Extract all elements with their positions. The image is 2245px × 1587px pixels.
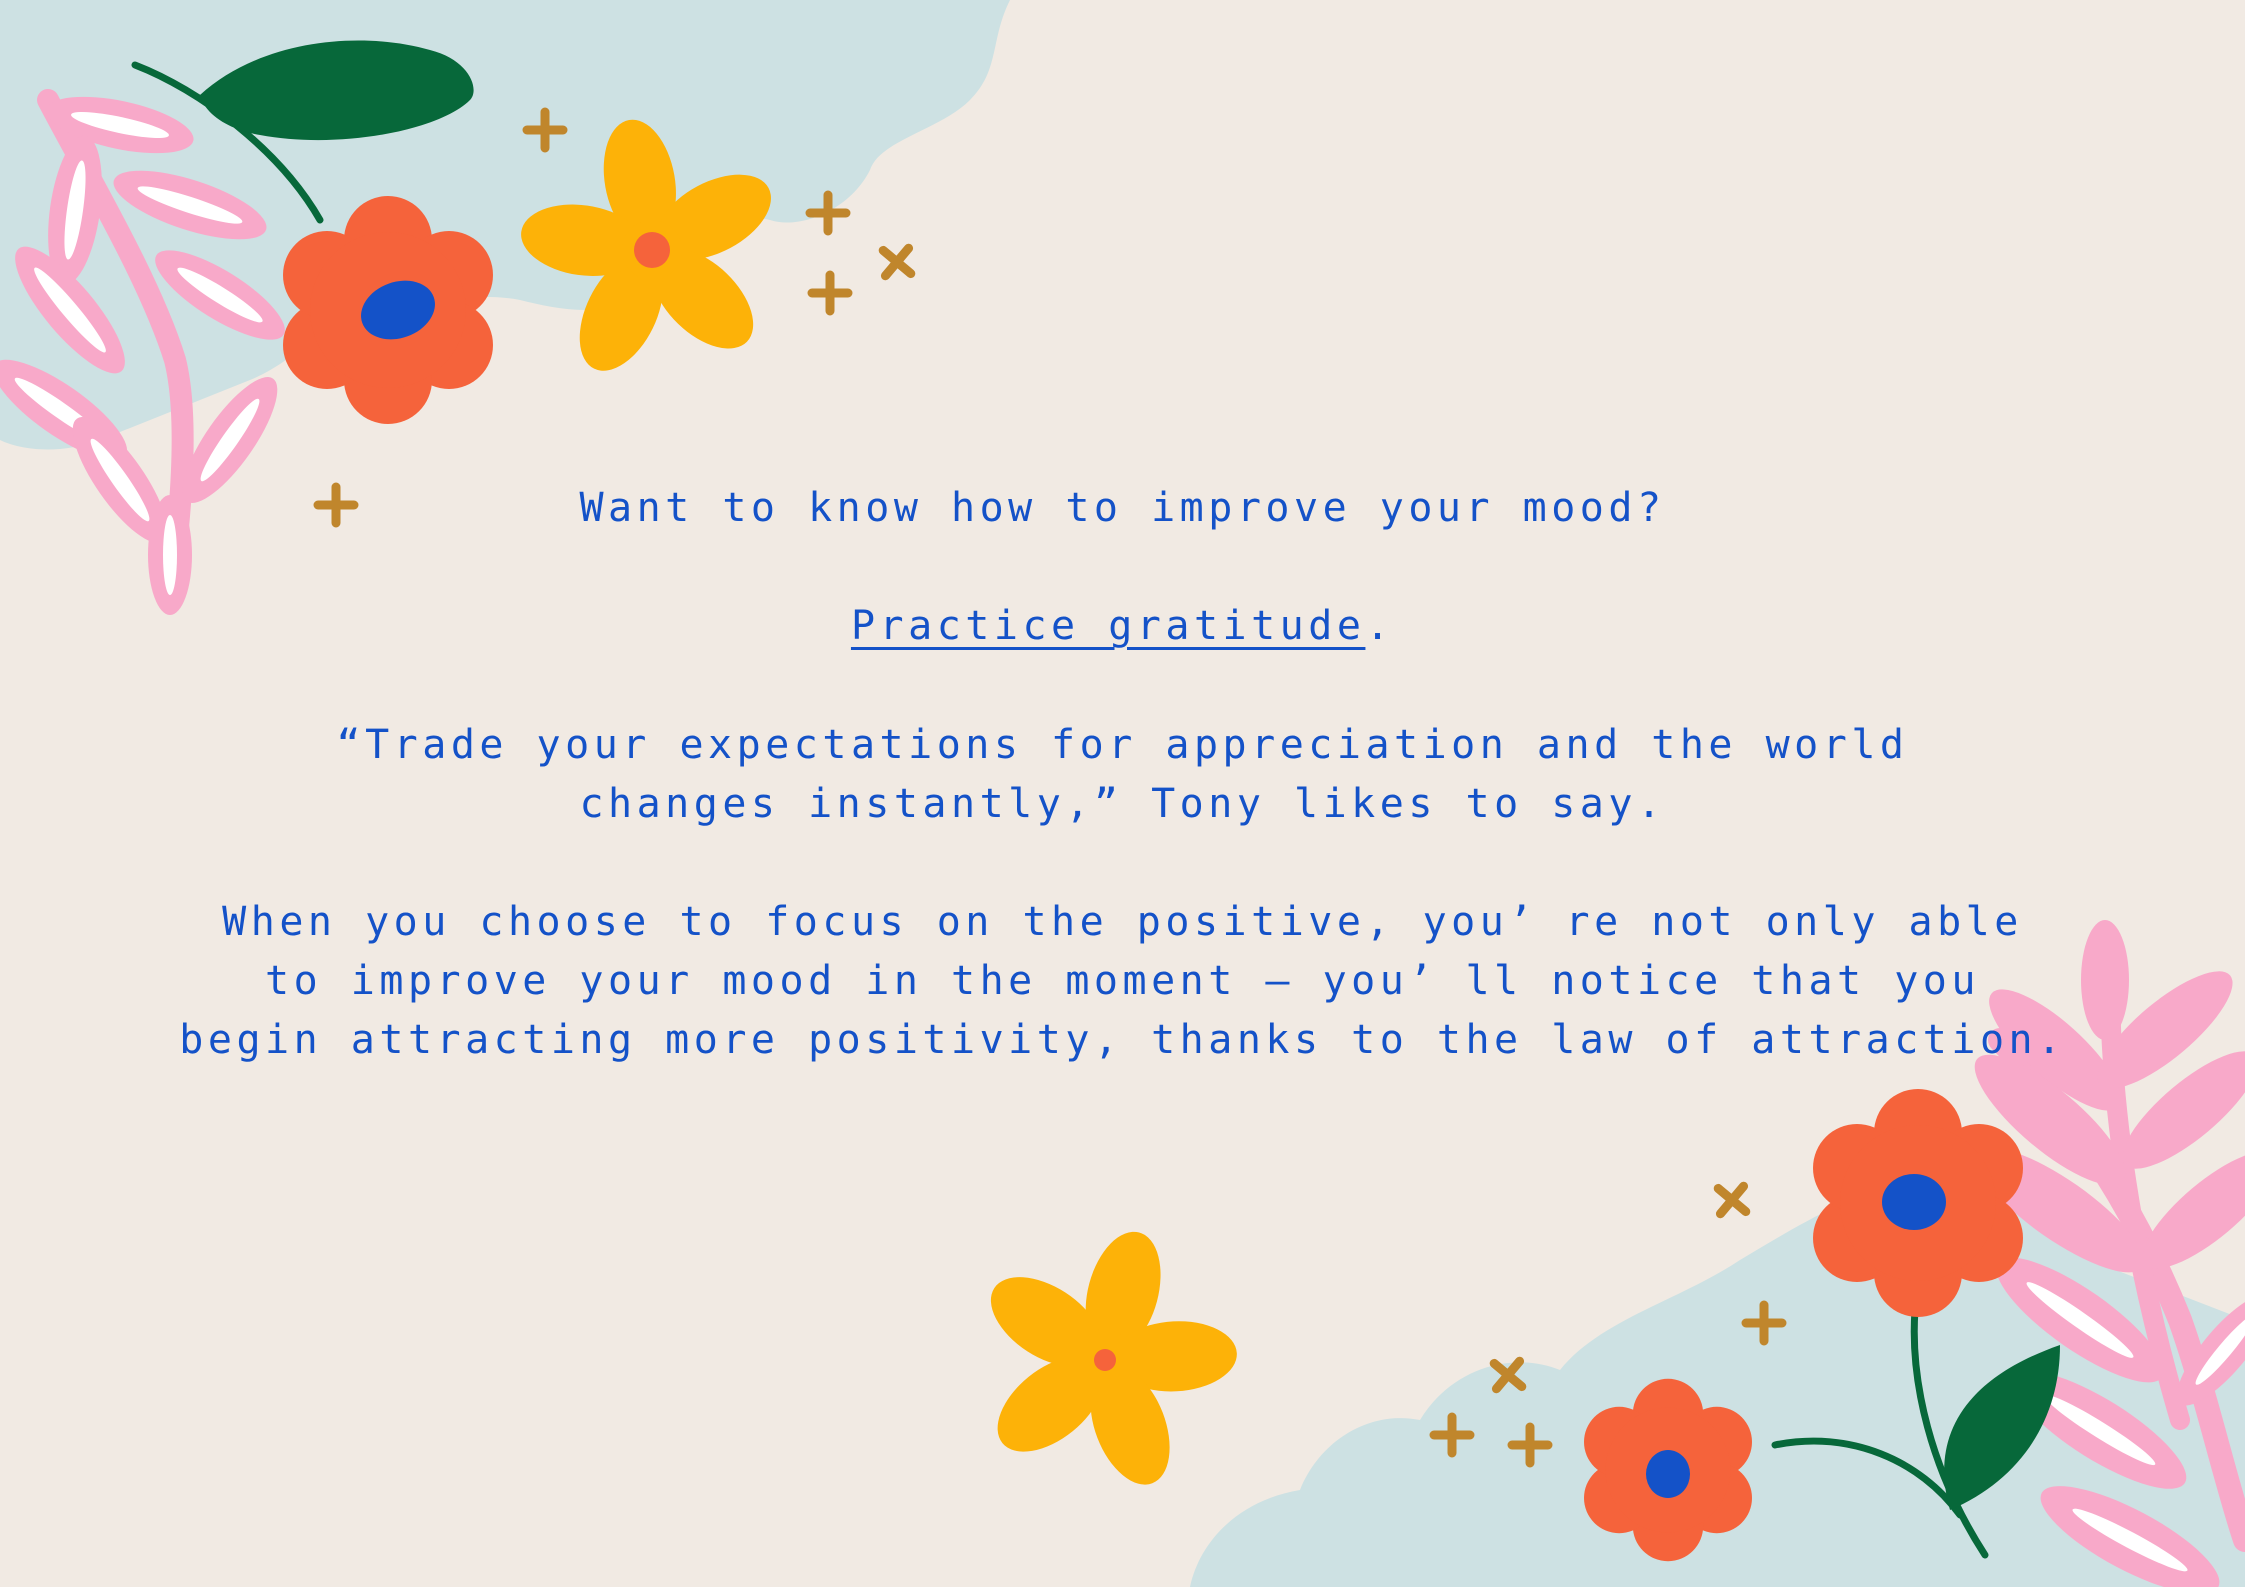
answer-link[interactable]: Practice gratitude bbox=[851, 603, 1365, 649]
body-line-1: When you choose to focus on the positive… bbox=[222, 899, 2023, 945]
quote-line-1: “Trade your expectations for appreciatio… bbox=[336, 722, 1909, 768]
answer-line: Practice gratitude. bbox=[0, 606, 2245, 646]
greeting-card: Want to know how to improve your mood? P… bbox=[0, 0, 2245, 1587]
quote-line-2: changes instantly,” Tony likes to say. bbox=[579, 781, 1666, 827]
answer-period: . bbox=[1365, 603, 1395, 649]
message-text: Want to know how to improve your mood? P… bbox=[0, 0, 2245, 1587]
question-line: Want to know how to improve your mood? bbox=[579, 485, 1666, 531]
body-line-2: to improve your mood in the moment — you… bbox=[265, 958, 1980, 1004]
body-line-3: begin attracting more positivity, thanks… bbox=[179, 1017, 2066, 1063]
